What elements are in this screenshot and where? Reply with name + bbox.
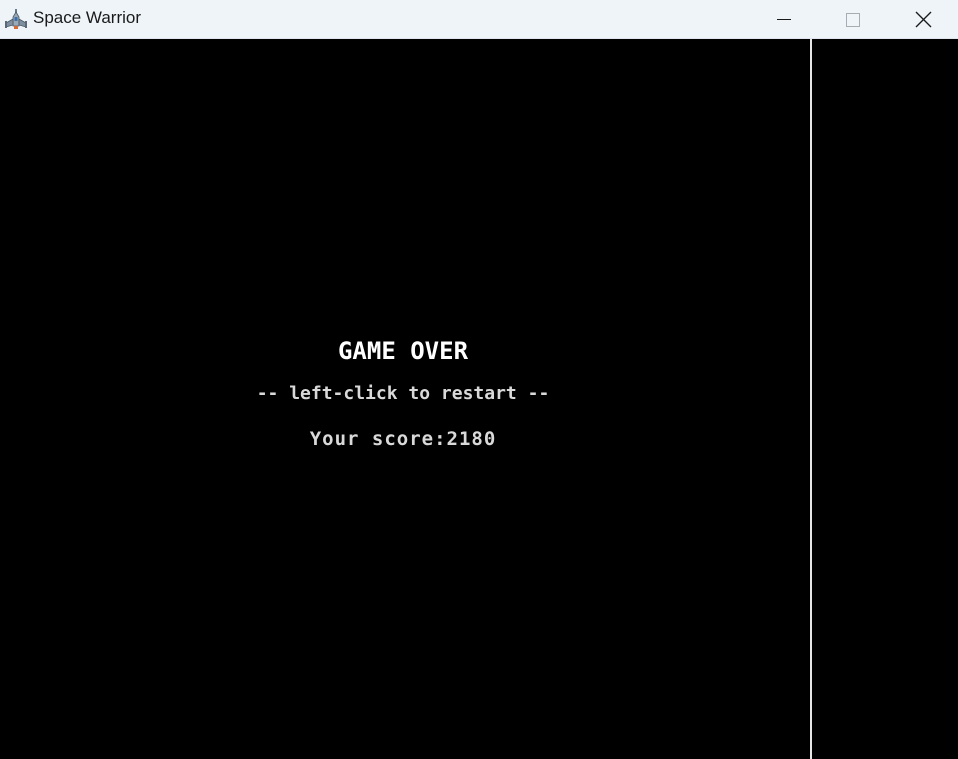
spaceship-icon — [5, 9, 27, 29]
score-label: Your score: — [309, 428, 447, 450]
game-canvas[interactable]: GAME OVER -- left-click to restart -- Yo… — [0, 39, 958, 759]
game-over-title: GAME OVER — [337, 337, 469, 365]
minimize-icon — [777, 19, 791, 20]
score-display: Your score:2180 — [0, 428, 806, 450]
window-title: Space Warrior — [33, 8, 142, 27]
score-value: 2180 — [446, 428, 497, 450]
maximize-button[interactable] — [830, 0, 876, 39]
minimize-button[interactable] — [760, 0, 806, 39]
close-button[interactable] — [900, 0, 946, 39]
close-icon — [915, 11, 932, 28]
app-window: Space Warrior GAME OVER -- left-click to… — [0, 0, 958, 759]
playfield-boundary — [810, 39, 812, 759]
title-bar[interactable]: Space Warrior — [0, 0, 958, 39]
restart-hint[interactable]: -- left-click to restart -- — [0, 383, 806, 404]
maximize-icon — [846, 13, 860, 27]
